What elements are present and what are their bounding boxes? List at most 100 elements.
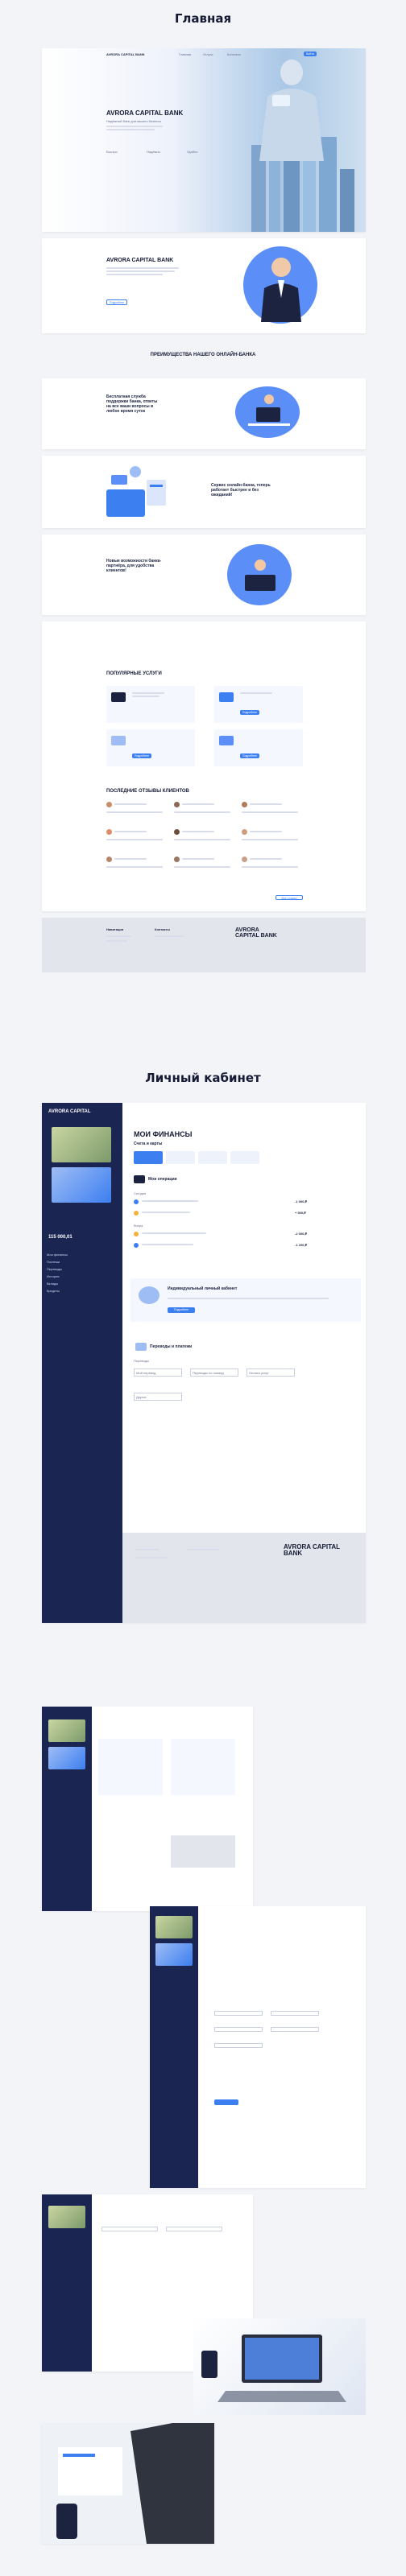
promo-title: Индивидуальный личный кабинет xyxy=(168,1286,238,1291)
bank-card-image[interactable] xyxy=(52,1127,111,1162)
service-text xyxy=(132,692,164,694)
form-field[interactable] xyxy=(271,2027,319,2032)
cabinet-footer: AVRORA CAPITAL BANK xyxy=(122,1533,366,1623)
phone-laptop-photo-image xyxy=(42,2423,214,2544)
sidebar-item-payments[interactable]: Платежи xyxy=(42,1258,122,1265)
advantage-text-2: Сервис онлайн-банка, теперь работает быс… xyxy=(211,483,271,497)
avatar xyxy=(242,857,247,862)
card-icon xyxy=(111,692,126,702)
bank-card-image xyxy=(48,1719,85,1742)
footer-block xyxy=(171,1835,235,1868)
form-field[interactable] xyxy=(214,2011,263,2016)
hero-text-line xyxy=(106,126,163,127)
about-button[interactable]: Подробнее xyxy=(106,299,127,305)
footer-link[interactable] xyxy=(155,935,184,937)
account-tile[interactable] xyxy=(198,1151,227,1164)
nav-item-services[interactable]: Услуги xyxy=(203,52,213,56)
review-text xyxy=(106,811,163,813)
operation-icon xyxy=(134,1211,139,1216)
advantages-title: ПРЕИМУЩЕСТВА НАШЕГО ОНЛАЙН-БАНКА xyxy=(150,353,256,357)
transfer-icon xyxy=(135,1343,147,1351)
credit-offer-card[interactable] xyxy=(98,1739,163,1795)
devices-image xyxy=(42,2423,214,2544)
operation-amount: -1 000,₽ xyxy=(295,1199,307,1203)
transfer-option-4[interactable]: Другое xyxy=(134,1393,182,1401)
operation-text xyxy=(142,1212,190,1213)
transfer-option-2[interactable]: Переводы по номеру xyxy=(190,1368,238,1377)
header-logo[interactable]: AVRORA CAPITAL BANK xyxy=(106,52,145,57)
partner-illustration xyxy=(245,559,276,591)
footer-link[interactable] xyxy=(135,1557,168,1558)
service-card-4[interactable]: Подробнее xyxy=(214,729,303,766)
avatar xyxy=(174,829,180,835)
footer-col-contacts: Контакты xyxy=(155,927,170,931)
sidebar-item-deposits[interactable]: Вклады xyxy=(42,1280,122,1287)
sidebar-item-history[interactable]: История xyxy=(42,1273,122,1280)
review-card xyxy=(174,857,234,879)
review-text xyxy=(250,831,282,832)
review-card xyxy=(174,802,234,824)
cabinet-footer-logo: AVRORA CAPITAL BANK xyxy=(284,1543,340,1557)
review-text xyxy=(250,858,282,860)
avatar xyxy=(106,857,112,862)
hero-title: AVRORA CAPITAL BANK xyxy=(106,109,184,117)
banker-photo-image xyxy=(261,258,301,322)
home-footer: Навигация Контакты AVRORA CAPITAL BANK xyxy=(42,918,366,972)
about-section: AVRORA CAPITAL BANK Подробнее xyxy=(42,238,366,333)
service-button[interactable]: Подробнее xyxy=(132,753,151,758)
sidebar-item-finances[interactable]: Мои финансы xyxy=(42,1251,122,1258)
promo-button[interactable]: Подробнее xyxy=(168,1307,195,1313)
transfer-option-3[interactable]: Оплата услуг xyxy=(246,1368,295,1377)
section-title-cabinet: Личный кабинет xyxy=(145,1071,261,1085)
review-text xyxy=(114,858,147,860)
review-text xyxy=(182,831,214,832)
operation-text xyxy=(142,1200,198,1202)
sidebar xyxy=(42,2194,92,2372)
service-button[interactable]: Подробнее xyxy=(240,753,259,758)
submit-button[interactable] xyxy=(214,2099,238,2105)
form-field[interactable] xyxy=(166,2227,222,2231)
review-text xyxy=(182,803,214,805)
section-title-home: Главная xyxy=(174,11,232,26)
bank-card-image[interactable] xyxy=(52,1167,111,1203)
footer-link[interactable] xyxy=(135,1549,160,1550)
footer-link[interactable] xyxy=(187,1549,219,1550)
reviews-title: ПОСЛЕДНИЕ ОТЗЫВЫ КЛИЕНТОВ xyxy=(106,789,189,794)
review-card xyxy=(242,857,301,879)
sidebar-logo[interactable]: AVRORA CAPITAL xyxy=(48,1109,91,1114)
service-card-1[interactable] xyxy=(106,686,195,723)
deposit-icon xyxy=(219,736,234,745)
account-tile[interactable] xyxy=(134,1151,163,1164)
footer-link[interactable] xyxy=(106,935,130,937)
nav-item-contacts[interactable]: Контакты xyxy=(227,52,241,56)
form-field[interactable] xyxy=(102,2227,158,2231)
operation-icon xyxy=(134,1199,139,1204)
sidebar-item-transfers[interactable]: Переводы xyxy=(42,1265,122,1273)
credit-offer-card[interactable] xyxy=(171,1739,235,1795)
laptop-image xyxy=(201,2334,346,2402)
service-card-3[interactable]: Подробнее xyxy=(106,729,195,766)
hero-feature-1: Быстро xyxy=(106,150,118,154)
advantage-card-3: Новые возможности банка-партнёра, для уд… xyxy=(42,535,366,615)
nav-item-home[interactable]: Главная xyxy=(179,52,191,56)
all-reviews-button[interactable]: Все отзывы xyxy=(276,895,303,900)
operation-text xyxy=(142,1244,193,1245)
online-bank-illustration xyxy=(106,466,166,517)
services-title: ПОПУЛЯРНЫЕ УСЛУГИ xyxy=(106,671,162,676)
review-text xyxy=(242,811,298,813)
promo-text xyxy=(168,1298,329,1299)
account-tile[interactable] xyxy=(230,1151,259,1164)
transfer-option-1[interactable]: Мой перевод xyxy=(134,1368,182,1377)
review-text xyxy=(242,866,298,868)
review-card xyxy=(106,857,166,879)
form-field[interactable] xyxy=(214,2027,263,2032)
footer-link[interactable] xyxy=(106,940,127,942)
service-card-2[interactable]: Подробнее xyxy=(214,686,303,723)
sidebar-item-credits[interactable]: Кредиты xyxy=(42,1287,122,1294)
account-tile[interactable] xyxy=(166,1151,195,1164)
form-field[interactable] xyxy=(271,2011,319,2016)
form-field[interactable] xyxy=(214,2043,263,2048)
service-button[interactable]: Подробнее xyxy=(240,710,259,715)
review-card xyxy=(174,829,234,852)
about-text-line xyxy=(106,267,179,269)
